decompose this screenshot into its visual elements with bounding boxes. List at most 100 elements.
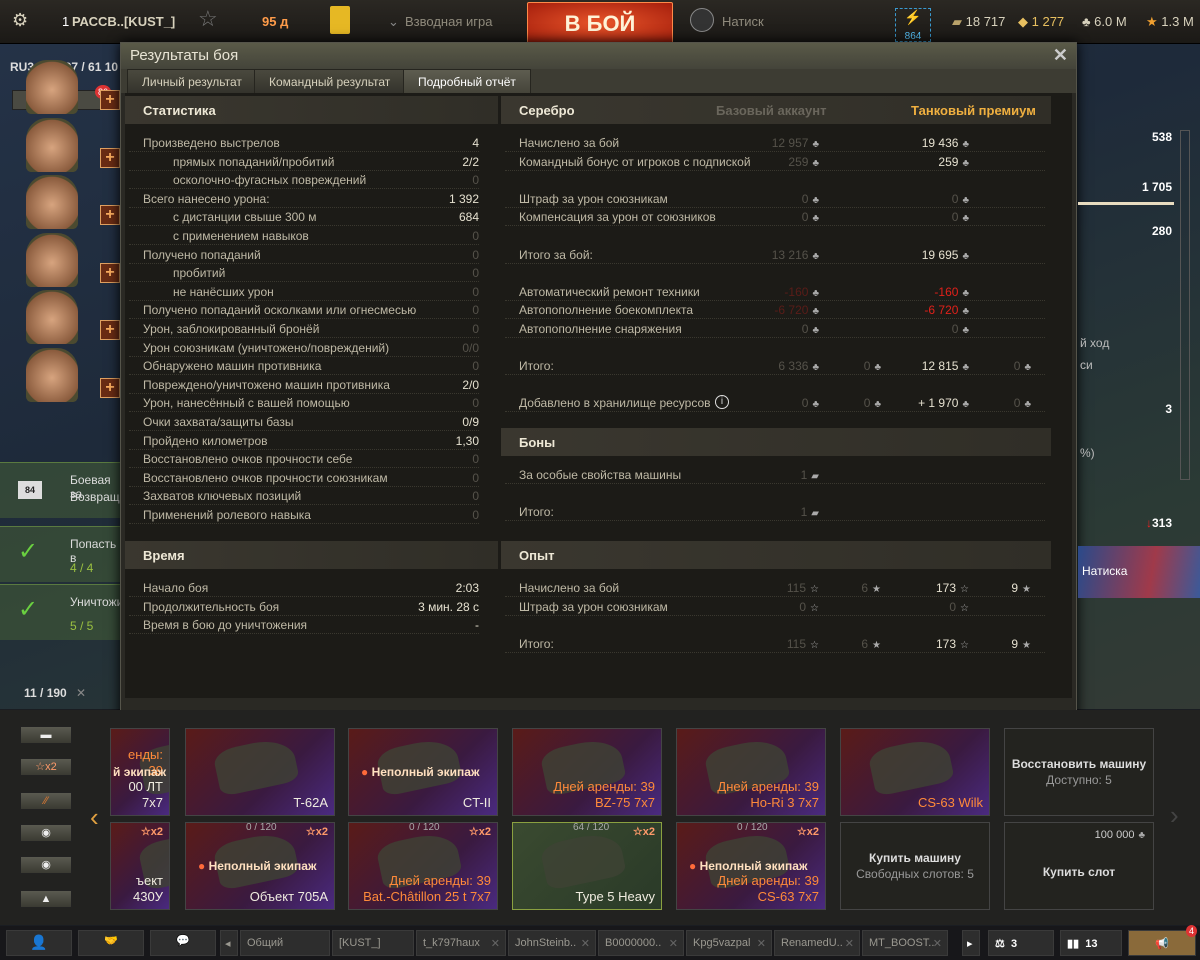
session-stats-button[interactable]: ▮▮ 13: [1060, 930, 1122, 956]
add-skill-button[interactable]: +: [100, 147, 120, 168]
close-icon[interactable]: ✕: [757, 937, 766, 950]
slot-action-card[interactable]: Купить машину Свободных слотов: 5: [840, 822, 990, 910]
vehicle-card[interactable]: CS-63 Wilk: [840, 728, 990, 816]
chat-tab[interactable]: [KUST_]: [332, 930, 414, 956]
add-skill-button[interactable]: +: [100, 90, 120, 110]
crew-portrait: [26, 175, 78, 229]
add-skill-button[interactable]: +: [100, 320, 120, 340]
onslaught-mode-icon[interactable]: [690, 8, 714, 32]
vehicle-card[interactable]: CT-II ● Неполный экипаж: [348, 728, 498, 816]
filter-tank-type[interactable]: ▬: [20, 726, 72, 744]
mode-selector[interactable]: Натиск: [722, 14, 764, 29]
base-value-text: 115: [786, 581, 807, 595]
quest-item[interactable]: 84 Боевая за Возвраща: [0, 462, 126, 518]
premium-gold-value: 0 ♣: [1014, 359, 1031, 373]
carousel-right-arrow-icon[interactable]: ›: [1170, 800, 1179, 831]
slot-action-card[interactable]: Восстановить машину Доступно: 5: [1004, 728, 1154, 816]
result-row: Добавлено в хранилище ресурсов i 0 ♣ 0 ♣ + 1 9…: [505, 394, 1045, 413]
close-icon[interactable]: ✕: [933, 937, 942, 950]
scrollbar[interactable]: [1180, 130, 1190, 480]
tab-detailed[interactable]: Подробный отчёт: [403, 69, 531, 93]
filter-onslaught[interactable]: ▲: [20, 890, 72, 908]
close-icon[interactable]: ✕: [1053, 45, 1068, 66]
base-value-text: 1: [800, 505, 808, 520]
notifications-button[interactable]: 📢 4: [1128, 925, 1197, 956]
chat-scroll-left-icon[interactable]: ◂: [220, 930, 238, 956]
x2-text: x2: [315, 826, 328, 838]
battle-button[interactable]: В БОЙ: [527, 2, 673, 44]
vehicle-card[interactable]: енды: 39 00 ЛТ 7x7 й экипаж: [110, 728, 170, 816]
add-skill-button[interactable]: +: [100, 262, 120, 283]
close-icon[interactable]: ✕: [845, 937, 854, 950]
player-name[interactable]: РАССВ..[KUST_]: [72, 14, 175, 29]
carousel-left-arrow-icon[interactable]: ‹: [90, 802, 99, 833]
clear-filter-icon[interactable]: ✕: [76, 686, 86, 700]
chat-tab[interactable]: B0000000.. ✕: [598, 930, 684, 956]
stat-label: Обнаружено машин противника: [143, 359, 322, 374]
quest-item[interactable]: ✓ Уничтожи 5 / 5: [0, 584, 123, 640]
crew-warning-icon: ●: [198, 859, 209, 873]
base-gold-value: 0 ♣: [864, 396, 881, 410]
crew-member[interactable]: +: [20, 175, 120, 229]
settings-gear-icon[interactable]: ⚙: [12, 10, 28, 31]
platoon-button[interactable]: Взводная игра: [405, 14, 492, 29]
tab-team[interactable]: Командный результат: [254, 69, 406, 93]
onslaught-banner[interactable]: Натиска: [1078, 546, 1200, 598]
premium-days[interactable]: 95 д: [262, 14, 288, 29]
vehicle-card[interactable]: Дней аренды: 39 BZ-75 7x7: [512, 728, 662, 816]
crew-member[interactable]: +: [20, 347, 120, 402]
balance-button[interactable]: ⚖ 3: [988, 930, 1054, 956]
slot-action-card[interactable]: Купить слот 100 000 ♣: [1004, 822, 1154, 910]
vehicle-card[interactable]: Объект 705А ● Неполный экипаж 0 / 120 ☆x2: [185, 822, 335, 910]
chat-tab[interactable]: Kpg5vazpal ✕: [686, 930, 772, 956]
chat-tab[interactable]: MT_BOOST.. ✕: [862, 930, 948, 956]
contacts-button[interactable]: 👤: [6, 930, 72, 956]
chat-tab-label: MT_BOOST..: [869, 937, 935, 949]
crew-member[interactable]: +: [20, 117, 120, 172]
chat-tab[interactable]: RenamedU.. ✕: [774, 930, 860, 956]
crew-member[interactable]: +: [20, 290, 120, 344]
chat-tab[interactable]: JohnSteinb.. ✕: [508, 930, 596, 956]
filter-rental[interactable]: ⁄⁄: [20, 792, 72, 810]
crew-member[interactable]: +: [20, 232, 120, 287]
stat-value: 0: [472, 284, 479, 299]
rental-days: Дней аренды: 39: [389, 873, 491, 888]
filter-mastery-1[interactable]: ◉: [20, 824, 72, 842]
close-icon[interactable]: ✕: [491, 937, 500, 950]
quest-item[interactable]: ✓ Попасть в4 / 4: [0, 526, 120, 582]
chat-tab[interactable]: Общий: [240, 930, 330, 956]
close-icon[interactable]: ✕: [669, 937, 678, 950]
referral-button[interactable]: 🤝: [78, 930, 144, 956]
chat-tab[interactable]: t_k797haux ✕: [416, 930, 506, 956]
x2-bonus: ☆x2: [797, 825, 819, 838]
x2-text: x2: [478, 826, 491, 838]
add-skill-button[interactable]: +: [100, 377, 120, 398]
vehicle-card[interactable]: Type 5 Heavy 64 / 120 ☆x2: [512, 822, 662, 910]
filter-x2[interactable]: ☆x2: [20, 758, 72, 776]
chat-tab-label: Общий: [247, 937, 284, 949]
stat-row: Начало боя 2:03: [129, 579, 479, 597]
vehicle-name-block: Type 5 Heavy: [576, 889, 656, 905]
stat-label: Урон союзникам (уничтожено/повреждений): [143, 340, 390, 355]
crew-member[interactable]: +: [20, 60, 120, 114]
filter-mastery-2[interactable]: ◉: [20, 856, 72, 874]
chevron-down-icon[interactable]: ⌄: [388, 14, 399, 30]
vehicle-card[interactable]: ъект 430У ☆x2: [110, 822, 170, 910]
close-icon[interactable]: ✕: [581, 937, 590, 950]
info-icon[interactable]: i: [715, 395, 729, 410]
vehicle-card[interactable]: Дней аренды: 39 Bat.-Châtillon 25 t 7x7 0 …: [348, 822, 498, 910]
tab-personal[interactable]: Личный результат: [127, 69, 257, 93]
chat-scroll-right-icon[interactable]: ▸: [962, 930, 980, 956]
boosters-button[interactable]: ⚡ 864: [895, 8, 931, 42]
add-skill-button[interactable]: +: [100, 205, 120, 225]
premium-value: 19 695 ♣: [922, 248, 969, 262]
report-content: Статистика Серебро Базовый аккаунт Танковый…: [125, 93, 1072, 698]
chat-channels-button[interactable]: 💬: [150, 930, 216, 956]
rank-star-icon[interactable]: ☆: [198, 6, 218, 32]
vehicle-card[interactable]: T-62A: [185, 728, 335, 816]
shop-bag-icon[interactable]: [330, 6, 350, 34]
gold-credits-icon: ♣: [874, 399, 881, 411]
vehicle-card[interactable]: Дней аренды: 39 CS-63 7x7 ● Неполный экипа…: [676, 822, 826, 910]
base-account-header: Базовый аккаунт: [716, 103, 827, 118]
vehicle-card[interactable]: Дней аренды: 39 Ho-Ri 3 7x7: [676, 728, 826, 816]
